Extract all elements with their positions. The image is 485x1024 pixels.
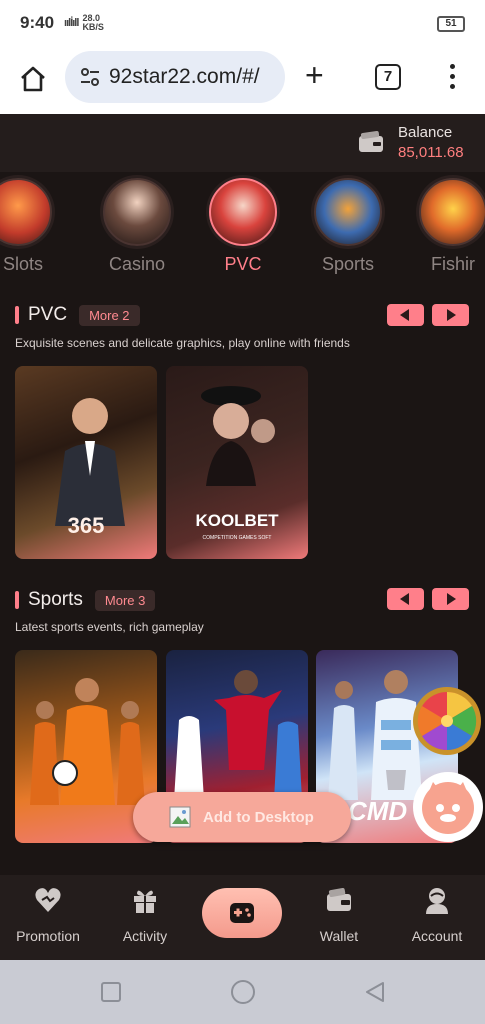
browser-toolbar: 92star22.com/#/ + 7 bbox=[0, 46, 485, 114]
url-bar[interactable]: 92star22.com/#/ bbox=[65, 51, 285, 103]
category-fishing-image bbox=[419, 178, 485, 246]
wallet-icon bbox=[359, 131, 383, 152]
section-description: Latest sports events, rich gameplay bbox=[15, 620, 204, 634]
category-pvc[interactable]: PVC bbox=[203, 178, 283, 275]
category-label: Casino bbox=[108, 254, 166, 274]
prev-arrow-button[interactable] bbox=[387, 588, 424, 610]
next-arrow-button[interactable] bbox=[432, 304, 469, 326]
balance-value[interactable]: 85,011.68 bbox=[398, 144, 464, 161]
section-accent-bar bbox=[15, 591, 19, 609]
nav-account[interactable]: Account bbox=[392, 885, 482, 944]
category-scroller[interactable]: t Slots Casino PVC Sports Fishir bbox=[0, 172, 485, 282]
back-triangle-icon[interactable] bbox=[363, 980, 387, 1004]
nav-label: Account bbox=[411, 928, 463, 944]
category-slots[interactable]: t Slots bbox=[0, 178, 58, 275]
gamepad-icon bbox=[230, 903, 254, 923]
balance-label: Balance bbox=[398, 124, 453, 141]
football-players bbox=[174, 670, 302, 800]
nav-games-center-button[interactable] bbox=[202, 888, 282, 938]
prev-arrow-button[interactable] bbox=[387, 304, 424, 326]
url-text: 92star22.com/#/ bbox=[109, 65, 260, 88]
lucky-wheel-icon[interactable] bbox=[412, 686, 482, 756]
category-fishing[interactable]: Fishir bbox=[413, 178, 485, 275]
category-sports-image bbox=[314, 178, 382, 246]
balance-header: Balance 85,011.68 bbox=[0, 114, 485, 172]
nav-promotion[interactable]: Promotion bbox=[3, 885, 93, 944]
net-speed-unit: KB/S bbox=[82, 22, 104, 32]
home-icon[interactable] bbox=[18, 64, 48, 94]
nav-label: Activity bbox=[122, 928, 168, 944]
nav-label: Wallet bbox=[319, 928, 359, 944]
tab-switcher-button[interactable]: 7 bbox=[375, 64, 401, 90]
section-title-pvc: PVC More 2 bbox=[15, 304, 140, 326]
next-arrow-button[interactable] bbox=[432, 588, 469, 610]
support-mascot-icon bbox=[422, 782, 474, 834]
account-icon bbox=[426, 888, 448, 914]
signal-icon: ıılİıll bbox=[64, 17, 79, 29]
add-to-desktop-button[interactable]: Add to Desktop bbox=[133, 792, 351, 842]
hostess-figure bbox=[201, 386, 275, 486]
status-bar: 9:40 ıılİıll 28.0 KB/S 51 bbox=[0, 0, 485, 46]
category-slots-image bbox=[0, 178, 52, 246]
promotion-heart-icon bbox=[35, 888, 61, 912]
category-label: PVC bbox=[224, 254, 262, 274]
browser-menu-icon[interactable] bbox=[444, 64, 460, 94]
nav-label: Promotion bbox=[16, 928, 80, 944]
home-circle-icon[interactable] bbox=[230, 979, 256, 1005]
category-casino[interactable]: Casino bbox=[97, 178, 177, 275]
battery-icon: 51 bbox=[437, 16, 465, 32]
category-label: Fishir bbox=[431, 254, 475, 274]
nav-wallet[interactable]: Wallet bbox=[294, 885, 384, 944]
category-label: Sports bbox=[321, 254, 375, 274]
status-time: 9:40 bbox=[20, 13, 55, 32]
card-brand: 365 bbox=[67, 513, 105, 538]
more-button[interactable]: More 2 bbox=[79, 304, 140, 326]
football-players bbox=[30, 678, 145, 805]
game-card-koolbet[interactable]: KOOLBET COMPETITION GAMES SOFT bbox=[166, 366, 308, 559]
image-placeholder-icon bbox=[169, 806, 191, 828]
dealer-figure bbox=[55, 398, 125, 526]
section-title-sports: Sports More 3 bbox=[15, 589, 156, 611]
section-name: Sports bbox=[28, 589, 83, 610]
new-tab-button[interactable]: + bbox=[305, 59, 324, 91]
more-button[interactable]: More 3 bbox=[94, 589, 156, 611]
section-accent-bar bbox=[15, 306, 19, 324]
card-brand: KOOLBET bbox=[195, 511, 279, 530]
recent-apps-icon[interactable] bbox=[100, 981, 122, 1003]
site-settings-icon[interactable] bbox=[79, 66, 101, 88]
wallet-icon bbox=[327, 887, 351, 911]
bottom-navigation: Promotion Activity Wallet Account bbox=[0, 875, 485, 960]
section-name: PVC bbox=[28, 304, 68, 325]
add-to-desktop-label: Add to Desktop bbox=[203, 808, 314, 826]
section-description: Exquisite scenes and delicate graphics, … bbox=[15, 336, 350, 350]
category-pvc-image bbox=[209, 178, 277, 246]
gift-icon bbox=[134, 890, 156, 913]
category-sports[interactable]: Sports bbox=[308, 178, 388, 275]
customer-support-button[interactable] bbox=[413, 772, 483, 842]
net-speed: 28.0 KB/S bbox=[82, 14, 104, 32]
category-casino-image bbox=[103, 178, 171, 246]
game-card-365[interactable]: 365 bbox=[15, 366, 157, 559]
nav-activity[interactable]: Activity bbox=[100, 885, 190, 944]
category-label: t Slots bbox=[0, 254, 44, 274]
system-navigation-bar bbox=[0, 960, 485, 1024]
card-brand-sub: COMPETITION GAMES SOFT bbox=[202, 535, 272, 541]
